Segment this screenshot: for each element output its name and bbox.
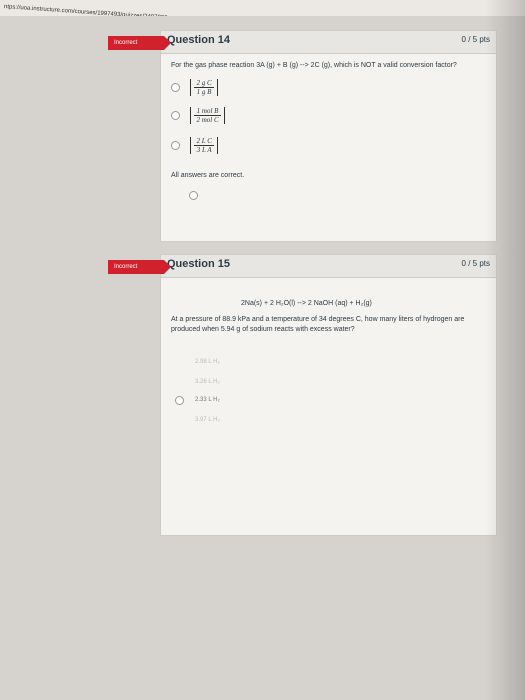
radio-button[interactable]: [171, 141, 180, 151]
fraction: 2 g C 1 g B: [190, 79, 218, 97]
question-15-points: 0 / 5 pts: [461, 259, 490, 268]
question-14-header: Question 14 0 / 5 pts: [161, 31, 496, 54]
fraction: 2 L C 3 L A: [190, 137, 218, 155]
browser-url-bar[interactable]: ntps://uoa.instructure.com/courses/19974…: [0, 0, 525, 16]
q15-answer-1[interactable]: 2.98 L H₂: [195, 359, 220, 365]
question-15-equation: 2Na(s) + 2 H₂O(l) --> 2 NaOH (aq) + H₂(g…: [241, 300, 372, 307]
q14-option-4-radio[interactable]: [189, 191, 198, 200]
question-15-card: Question 15 0 / 5 pts 2Na(s) + 2 H₂O(l) …: [160, 254, 497, 536]
question-15-prompt: At a pressure of 88.9 kPa and a temperat…: [171, 316, 465, 333]
question-15-title: Question 15: [167, 258, 230, 270]
q15-answer-3[interactable]: 2.33 L H₂: [195, 397, 220, 403]
q14-option-3[interactable]: 2 L C 3 L A: [171, 137, 218, 155]
q15-answer-2[interactable]: 3.26 L H₂: [195, 379, 220, 385]
question-14-card: Question 14 0 / 5 pts For the gas phase …: [160, 30, 497, 242]
q15-answer-4[interactable]: 3.97 L H₂: [195, 417, 220, 423]
question-14-prompt: For the gas phase reaction 3A (g) + B (g…: [171, 62, 457, 69]
q14-option-1[interactable]: 2 g C 1 g B: [171, 79, 218, 97]
question-15-incorrect-flag: Incorrect: [108, 260, 171, 274]
question-14-title: Question 14: [167, 34, 230, 46]
fraction: 1 mol B 2 mol C: [190, 107, 225, 125]
radio-button[interactable]: [171, 111, 180, 121]
url-text: ntps://uoa.instructure.com/courses/19974…: [3, 4, 168, 16]
radio-button[interactable]: [171, 83, 180, 93]
question-14-points: 0 / 5 pts: [461, 35, 490, 44]
q14-option-2[interactable]: 1 mol B 2 mol C: [171, 107, 225, 125]
question-15-header: Question 15 0 / 5 pts: [161, 255, 496, 278]
q15-answer-3-radio[interactable]: [175, 396, 184, 405]
q14-option-4-label: All answers are correct.: [171, 172, 245, 179]
question-14-incorrect-flag: Incorrect: [108, 36, 171, 50]
